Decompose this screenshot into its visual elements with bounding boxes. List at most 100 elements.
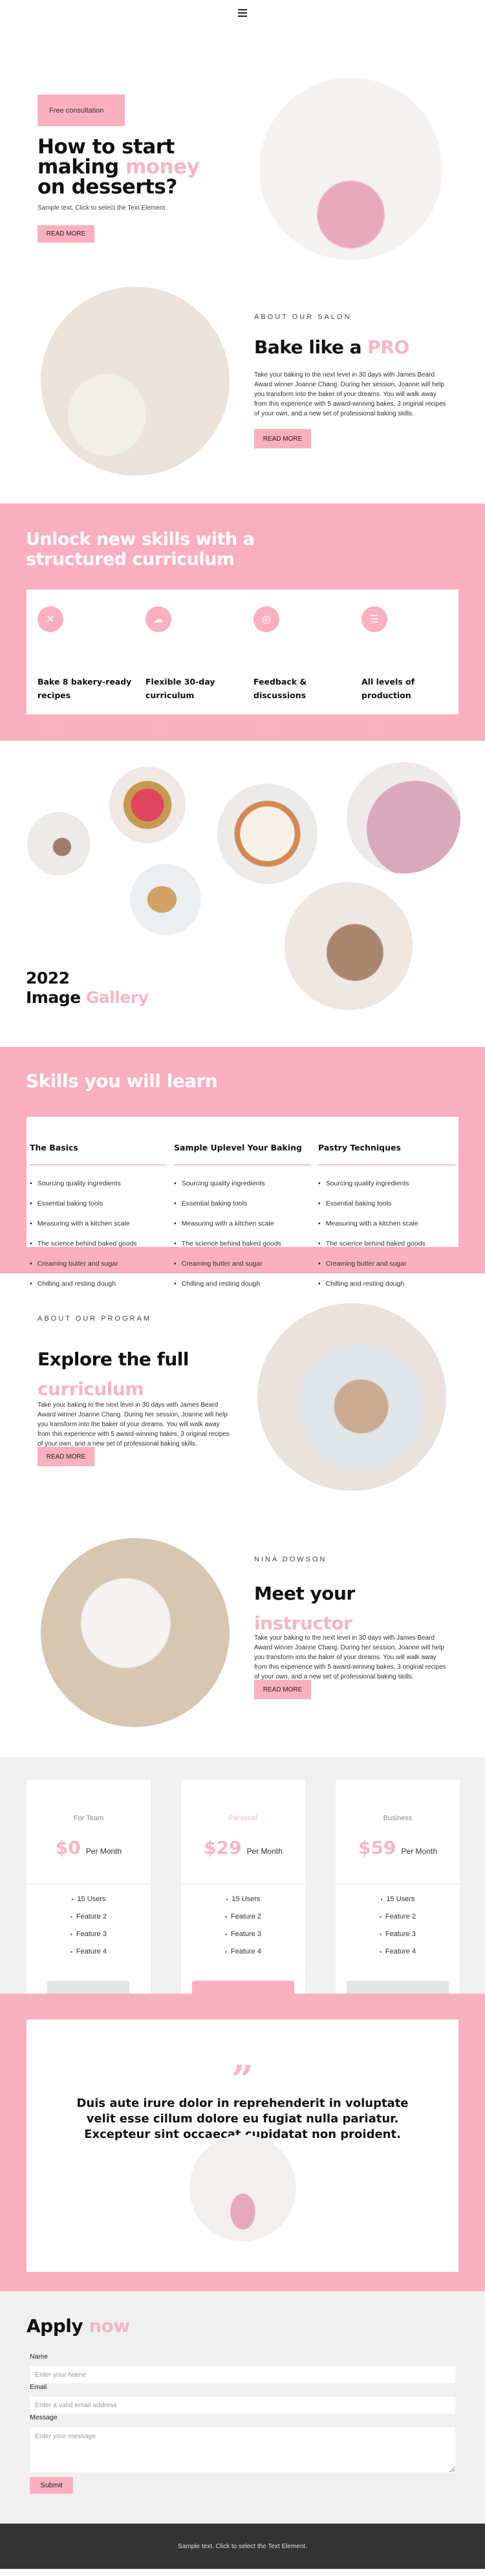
about-eyebrow: ABOUT OUR SALON [254, 313, 352, 321]
testimonial-photo [189, 2135, 296, 2241]
about-section: ABOUT OUR SALON Bake like a PRO Take you… [0, 272, 485, 503]
footer-text: Sample text. Click to select the Text El… [178, 2542, 307, 2550]
plan-feature: Feature 4 [27, 1948, 151, 1965]
testimonial-author: - May Hawkes, General Manager Operations… [173, 2255, 312, 2262]
plan-feature: 15 Users [181, 1895, 305, 1913]
plan-feature: 15 Users [336, 1895, 460, 1913]
name-label: Name [30, 2353, 48, 2361]
hero-read-more-button[interactable]: READ MORE [38, 225, 94, 243]
arrow-right-icon[interactable]: ⟶ [146, 719, 169, 736]
curriculum-section: Unlock new skills with a structured curr… [0, 503, 485, 741]
list-item: Essential baking tools [318, 1200, 455, 1220]
program-title-highlight: curriculum [38, 1378, 144, 1400]
gallery-year: 2022 [26, 969, 70, 987]
quote-icon: ” [231, 2058, 254, 2103]
about-paragraph: Take your baking to the next level in 30… [254, 371, 446, 417]
about-title-text: Bake like a [254, 336, 368, 358]
skills-column-heading: Sample Uplevel Your Baking [174, 1143, 311, 1165]
plan-price-amount: $0 [55, 1837, 81, 1858]
apply-title-text: Apply [27, 2315, 89, 2337]
plan-feature: Feature 4 [181, 1948, 305, 1965]
arrow-right-icon[interactable]: ⟶ [361, 719, 385, 736]
program-title: Explore the full curriculum [38, 1345, 189, 1404]
list-item: Sourcing quality ingredients [174, 1180, 311, 1200]
instructor-name: NINA DOWSON [254, 1556, 327, 1563]
gallery-title-text: Image [26, 988, 86, 1007]
feature-label: Feedback & discussions [253, 677, 307, 700]
hero-section: Free consultation How to start making mo… [0, 26, 485, 272]
header [0, 0, 485, 26]
hero-sample-text: Sample text. Click to select the Text El… [38, 204, 167, 212]
plan-price-period: Per Month [246, 1847, 283, 1856]
cloud-upload-icon: ☁ [146, 606, 171, 632]
list-item: Measuring with a kitchen scale [318, 1220, 455, 1240]
curriculum-title: Unlock new skills with a structured curr… [26, 529, 255, 569]
skills-column-heading: Pastry Techniques [318, 1143, 455, 1165]
plan-price-period: Per Month [85, 1847, 122, 1856]
meringue-dessert-photo [259, 78, 442, 260]
instructor-title: Meet your instructor [254, 1579, 355, 1638]
gallery-section: 2022 Image Gallery [0, 741, 485, 1047]
features-card: ✕ Bake 8 bakery-ready recipes ⟶ ☁ Flexib… [27, 589, 458, 736]
plan-name: For Team [73, 1814, 104, 1822]
skills-section: Skills you will learn The Basics Sourcin… [0, 1047, 485, 1288]
plan-price-amount: $29 [204, 1837, 242, 1858]
plan-price: $29 Per Month [181, 1837, 305, 1858]
free-consultation-badge[interactable]: Free consultation [38, 94, 125, 126]
plan-feature: Feature 2 [27, 1913, 151, 1930]
program-eyebrow: ABOUT OUR PROGRAM [38, 1315, 152, 1323]
checklist-icon: ☰ [361, 606, 387, 632]
cake-decorating-photo [41, 287, 230, 476]
program-section: ABOUT OUR PROGRAM Explore the full curric… [0, 1273, 485, 1518]
list-item: The science behind baked goods [318, 1240, 455, 1260]
arrow-right-icon[interactable]: ⟶ [253, 719, 277, 736]
plan-feature: Feature 3 [336, 1930, 460, 1948]
feature-label: All levels of production [361, 677, 415, 700]
skills-column-heading: The Basics [30, 1143, 167, 1165]
whisk-rolling-pin-icon: ✕ [38, 606, 63, 632]
footer: Sample text. Click to select the Text El… [0, 2524, 485, 2569]
message-textarea[interactable] [30, 2427, 455, 2472]
plan-feature: Feature 2 [181, 1913, 305, 1930]
hamburger-icon[interactable] [238, 9, 247, 17]
list-item: Sourcing quality ingredients [318, 1180, 455, 1200]
list-item: The science behind baked goods [174, 1240, 311, 1260]
raspberry-tart-photo[interactable] [109, 767, 186, 843]
program-read-more-button[interactable]: READ MORE [38, 1447, 94, 1466]
instructor-title-highlight: instructor [254, 1613, 352, 1634]
message-label: Message [30, 2414, 58, 2421]
submit-button[interactable]: Submit [30, 2477, 73, 2494]
name-input[interactable] [30, 2366, 455, 2383]
berry-cheesecake-photo[interactable] [217, 784, 318, 884]
arrow-right-icon[interactable]: ⟶ [38, 719, 61, 736]
pink-meringues-photo[interactable] [347, 762, 460, 874]
plan-feature: Feature 3 [27, 1930, 151, 1948]
pricing-section: For Team $0Per Month 15 Users Feature 2 … [0, 1757, 485, 2054]
plan-price: $59 Per Month [336, 1837, 460, 1858]
instructor-paragraph: Take your baking to the next level in 30… [254, 1635, 446, 1680]
feature-label: Flexible 30-day curriculum [146, 677, 215, 700]
email-input[interactable] [30, 2397, 455, 2414]
chocolate-layer-cake-photo[interactable] [285, 882, 413, 1010]
program-title-text: Explore the full [38, 1349, 189, 1370]
plan-feature: 15 Users [27, 1895, 151, 1913]
testimonial-section: ” Duis aute irure dolor in reprehenderit… [0, 1994, 485, 2291]
cake-slice-plate-photo [257, 1303, 446, 1491]
plan-price-period: Per Month [401, 1847, 437, 1856]
instructor-read-more-button[interactable]: READ MORE [254, 1680, 311, 1699]
macarons-photo[interactable] [27, 812, 91, 875]
hero-title-text-end: on desserts? [38, 175, 177, 199]
about-title: Bake like a PRO [254, 336, 409, 358]
instructor-section: NINA DOWSON Meet your instructor Take you… [0, 1518, 485, 1757]
palette-icon: ◎ [253, 606, 279, 632]
list-item: The science behind baked goods [30, 1240, 167, 1260]
plan-name: Business [383, 1814, 413, 1822]
layer-cake-slice-photo[interactable] [130, 864, 201, 935]
list-item: Measuring with a kitchen scale [174, 1220, 311, 1240]
pastry-chef-photo [41, 1538, 230, 1727]
plan-feature: Feature 3 [181, 1930, 305, 1948]
program-paragraph: Take your baking to the next level in 30… [38, 1402, 230, 1448]
about-read-more-button[interactable]: READ MORE [254, 429, 311, 448]
list-item: Essential baking tools [30, 1200, 167, 1220]
plan-feature: Feature 4 [336, 1948, 460, 1965]
